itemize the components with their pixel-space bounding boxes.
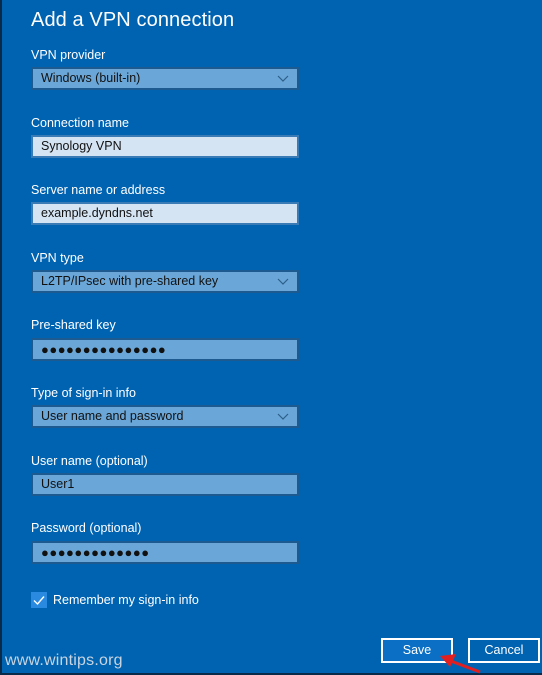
chevron-down-icon — [277, 413, 289, 420]
server-label: Server name or address — [31, 183, 166, 197]
pre-shared-key-label: Pre-shared key — [31, 318, 116, 332]
vpn-type-value: L2TP/IPsec with pre-shared key — [41, 274, 219, 288]
vpn-type-dropdown[interactable]: L2TP/IPsec with pre-shared key — [31, 270, 299, 293]
password-label: Password (optional) — [31, 521, 142, 535]
sign-in-type-dropdown[interactable]: User name and password — [31, 405, 299, 428]
server-input[interactable]: example.dyndns.net — [31, 202, 299, 225]
annotation-arrow-icon — [440, 654, 481, 674]
connection-name-input[interactable]: Synology VPN — [31, 135, 299, 158]
dialog-title: Add a VPN connection — [31, 9, 235, 31]
vpn-type-label: VPN type — [31, 251, 84, 265]
pre-shared-key-input[interactable]: ●●●●●●●●●●●●●●● — [31, 338, 299, 361]
username-value: User1 — [41, 477, 75, 491]
username-label: User name (optional) — [31, 454, 148, 468]
sign-in-type-label: Type of sign-in info — [31, 386, 136, 400]
sign-in-type-value: User name and password — [41, 409, 184, 423]
vpn-provider-label: VPN provider — [31, 48, 106, 62]
username-input[interactable]: User1 — [31, 473, 299, 496]
watermark: www.wintips.org — [5, 652, 123, 669]
password-value: ●●●●●●●●●●●●● — [41, 545, 150, 560]
server-value: example.dyndns.net — [41, 206, 153, 220]
connection-name-label: Connection name — [31, 116, 129, 130]
remember-label: Remember my sign-in info — [53, 593, 199, 607]
password-input[interactable]: ●●●●●●●●●●●●● — [31, 541, 299, 564]
pre-shared-key-value: ●●●●●●●●●●●●●●● — [41, 342, 167, 357]
chevron-down-icon — [277, 278, 289, 285]
chevron-down-icon — [277, 75, 289, 82]
vpn-provider-dropdown[interactable]: Windows (built-in) — [31, 67, 299, 90]
vpn-dialog: Add a VPN connection VPN provider Window… — [0, 0, 542, 675]
connection-name-value: Synology VPN — [41, 139, 122, 153]
vpn-provider-value: Windows (built-in) — [41, 71, 141, 85]
checkmark-icon — [33, 596, 45, 606]
remember-checkbox[interactable] — [31, 592, 47, 608]
